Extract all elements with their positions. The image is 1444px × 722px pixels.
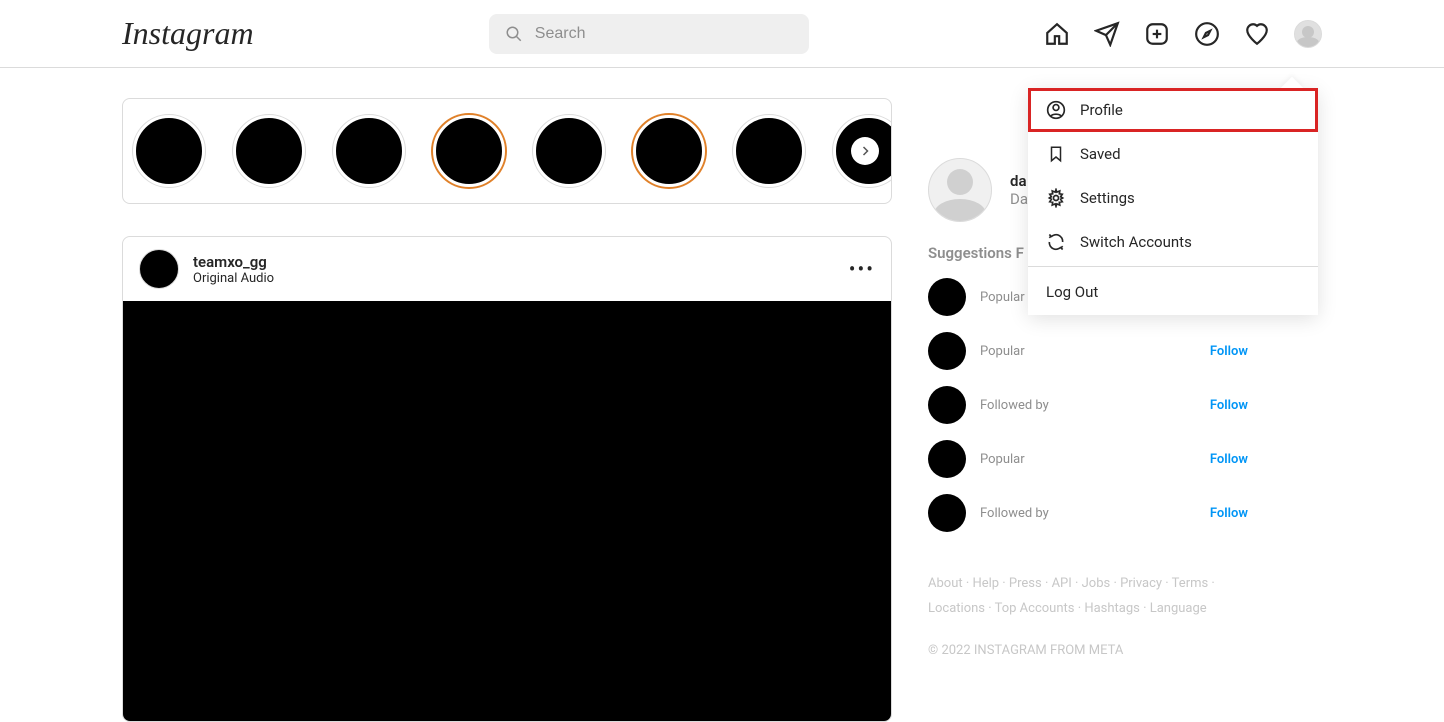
switch-icon [1046, 232, 1066, 252]
dropdown-label: Switch Accounts [1080, 233, 1192, 251]
dropdown-label: Saved [1080, 145, 1121, 163]
search-icon [505, 25, 523, 43]
footer-links: About · Help · Press · API · Jobs · Priv… [928, 572, 1248, 621]
post-username[interactable]: teamxo_gg [193, 253, 274, 271]
top-header: Instagram [0, 0, 1444, 68]
instagram-logo[interactable]: Instagram [122, 15, 254, 52]
dropdown-item-settings[interactable]: Settings [1028, 176, 1318, 220]
follow-button[interactable]: Follow [1210, 344, 1248, 359]
follow-button[interactable]: Follow [1210, 398, 1248, 413]
suggestion-avatar[interactable] [928, 440, 966, 478]
current-user-display: Da [1010, 190, 1028, 208]
story-item[interactable] [533, 115, 605, 187]
suggestion-text: Followed by [980, 398, 1049, 413]
suggestion-text: Popular [980, 290, 1025, 305]
suggestion-row: Followed by Follow [928, 494, 1288, 532]
story-item[interactable] [433, 115, 505, 187]
post-media[interactable] [123, 301, 891, 721]
profile-avatar-button[interactable] [1294, 20, 1322, 48]
footer-copyright: © 2022 INSTAGRAM FROM META [928, 643, 1288, 658]
suggestion-avatar[interactable] [928, 278, 966, 316]
suggestion-text: Followed by [980, 506, 1049, 521]
footer-link-row[interactable]: Locations · Top Accounts · Hashtags · La… [928, 601, 1207, 616]
gear-icon [1046, 188, 1066, 208]
dropdown-label: Profile [1080, 101, 1123, 119]
current-user-username[interactable]: da [1010, 172, 1028, 190]
stories-tray [122, 98, 892, 204]
suggestion-row: Popular Follow [928, 332, 1288, 370]
stories-next-button[interactable] [851, 137, 879, 165]
post-author-avatar[interactable] [139, 249, 179, 289]
footer-link-row[interactable]: About · Help · Press · API · Jobs · Priv… [928, 576, 1215, 591]
suggestion-avatar[interactable] [928, 332, 966, 370]
explore-icon[interactable] [1194, 21, 1220, 47]
suggestion-row: Popular Follow [928, 440, 1288, 478]
suggestion-text: Popular [980, 452, 1025, 467]
activity-icon[interactable] [1244, 21, 1270, 47]
dropdown-item-logout[interactable]: Log Out [1028, 269, 1318, 315]
suggestion-row: Followed by Follow [928, 386, 1288, 424]
new-post-icon[interactable] [1144, 21, 1170, 47]
story-item[interactable] [133, 115, 205, 187]
chevron-right-icon [859, 145, 871, 157]
dropdown-item-switch[interactable]: Switch Accounts [1028, 220, 1318, 264]
suggestion-avatar[interactable] [928, 386, 966, 424]
profile-dropdown: Profile Saved Settings Switch Accounts L… [1028, 88, 1318, 315]
search-input[interactable] [535, 25, 793, 43]
follow-button[interactable]: Follow [1210, 506, 1248, 521]
story-item[interactable] [733, 115, 805, 187]
dropdown-separator [1028, 266, 1318, 267]
home-icon[interactable] [1044, 21, 1070, 47]
search-box[interactable] [489, 14, 809, 54]
dropdown-item-saved[interactable]: Saved [1028, 132, 1318, 176]
nav-icons [1044, 20, 1322, 48]
follow-button[interactable]: Follow [1210, 452, 1248, 467]
feed-post: teamxo_gg Original Audio ••• [122, 236, 892, 722]
dropdown-label: Settings [1080, 189, 1135, 207]
suggestion-text: Popular [980, 344, 1025, 359]
suggestion-avatar[interactable] [928, 494, 966, 532]
post-subtitle[interactable]: Original Audio [193, 271, 274, 286]
post-more-button[interactable]: ••• [849, 257, 875, 281]
dropdown-label: Log Out [1046, 283, 1098, 301]
story-item[interactable] [333, 115, 405, 187]
story-item[interactable] [233, 115, 305, 187]
messages-icon[interactable] [1094, 21, 1120, 47]
story-item[interactable] [633, 115, 705, 187]
profile-icon [1046, 100, 1066, 120]
dropdown-item-profile[interactable]: Profile [1028, 88, 1318, 132]
bookmark-icon [1046, 144, 1066, 164]
current-user-avatar[interactable] [928, 158, 992, 222]
